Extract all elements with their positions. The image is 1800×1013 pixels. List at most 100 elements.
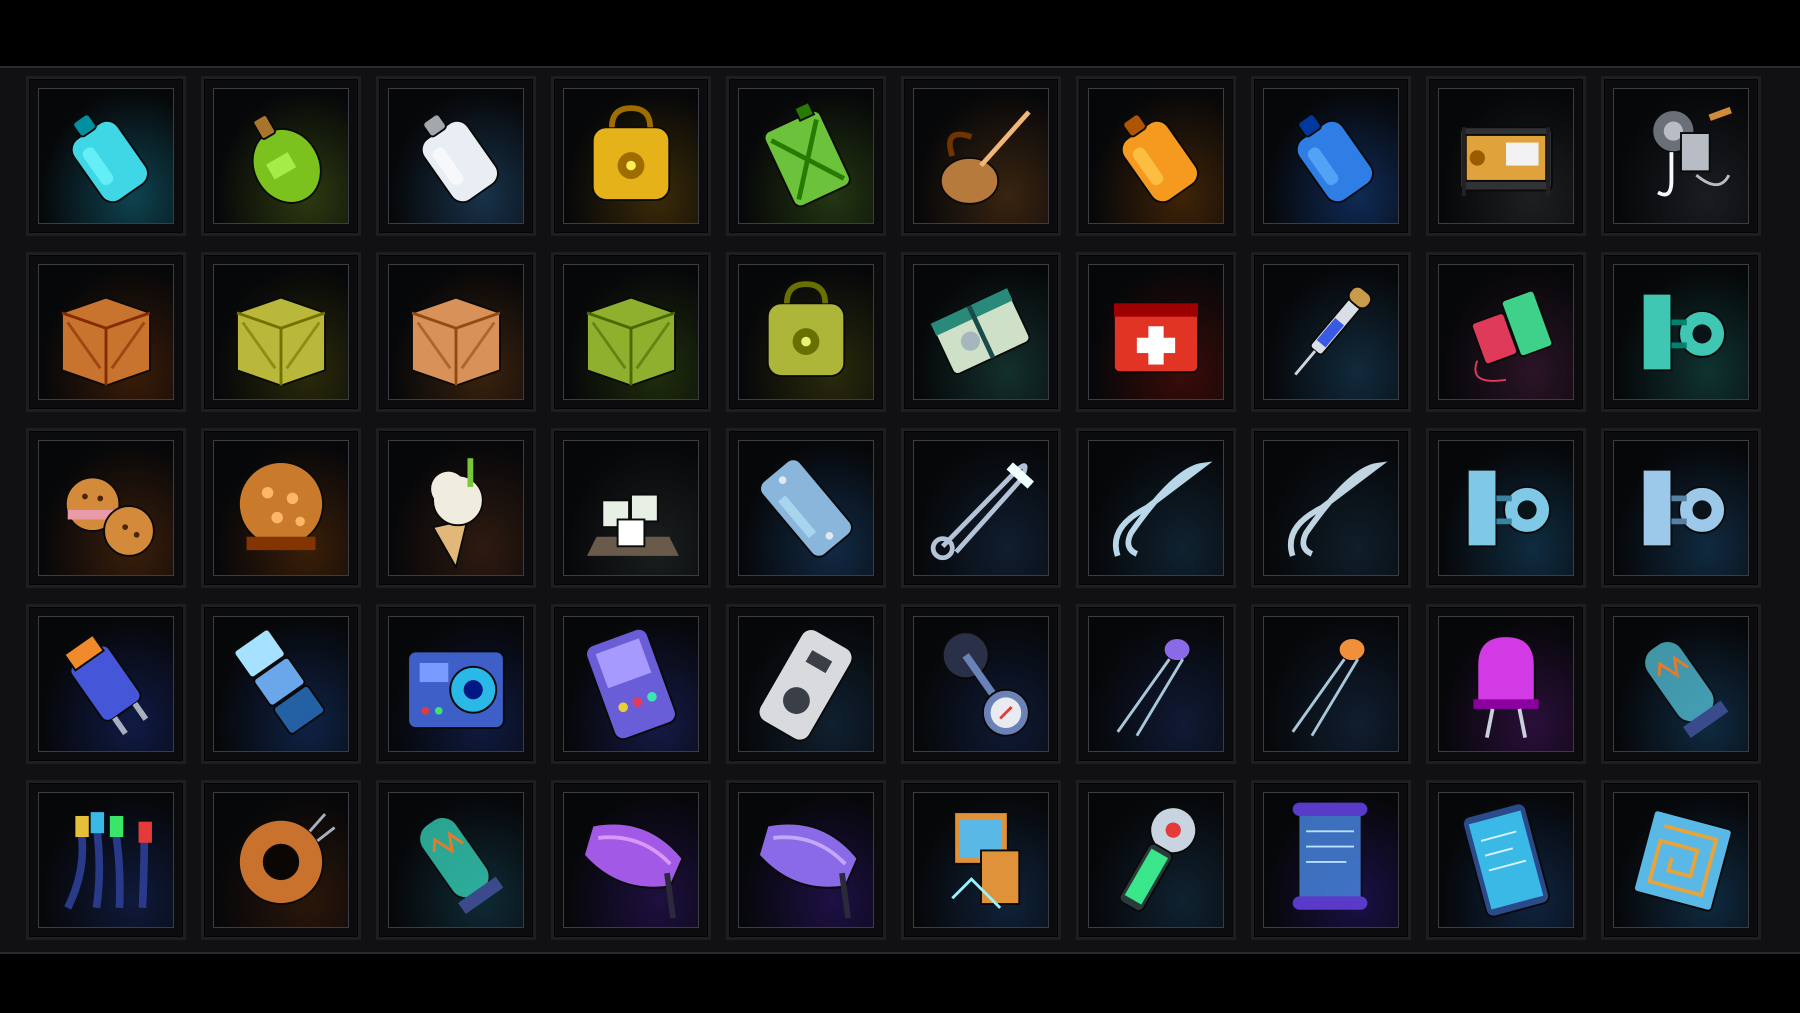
tablet-device-icon <box>1438 792 1574 928</box>
inventory-slot[interactable] <box>1076 604 1236 764</box>
inventory-slot[interactable] <box>1426 780 1586 940</box>
pipe-fitting-icon <box>1613 440 1749 576</box>
green-jerrycan-icon <box>738 88 874 224</box>
plastic-milk-jug-icon <box>388 88 524 224</box>
toroid-coil-icon <box>213 792 349 928</box>
led-diodes-icon <box>1088 616 1224 752</box>
thread-spools-icon <box>1438 264 1574 400</box>
inventory-slot[interactable] <box>201 604 361 764</box>
orange-jug-icon <box>1088 88 1224 224</box>
computer-terminal-icon <box>913 792 1049 928</box>
metal-bracket-icon <box>1613 264 1749 400</box>
inventory-slot[interactable] <box>901 604 1061 764</box>
inventory-slot[interactable] <box>1426 428 1586 588</box>
inventory-slot[interactable] <box>1076 780 1236 940</box>
inventory-slot[interactable] <box>1601 76 1761 236</box>
inventory-slot[interactable] <box>26 76 186 236</box>
wooden-crate-icon <box>38 264 174 400</box>
inventory-slot[interactable] <box>1076 76 1236 236</box>
inventory-slot[interactable] <box>1426 604 1586 764</box>
inventory-slot[interactable] <box>726 76 886 236</box>
inventory-slot[interactable] <box>726 252 886 412</box>
power-plug-icon <box>38 616 174 752</box>
circuit-board-icon <box>1613 792 1749 928</box>
inventory-slot[interactable] <box>26 252 186 412</box>
inventory-slot[interactable] <box>1251 428 1411 588</box>
compass-icon <box>913 616 1049 752</box>
inventory-slot[interactable] <box>201 780 361 940</box>
bent-wire-icon <box>1088 440 1224 576</box>
inventory-slot[interactable] <box>201 252 361 412</box>
inventory-slot[interactable] <box>726 604 886 764</box>
inventory-slot[interactable] <box>551 604 711 764</box>
inventory-slot[interactable] <box>551 780 711 940</box>
vr-visor-icon <box>563 792 699 928</box>
remote-control-icon <box>738 616 874 752</box>
rca-cables-icon <box>38 792 174 928</box>
winch-hook-icon <box>1613 88 1749 224</box>
inventory-slot[interactable] <box>1251 604 1411 764</box>
inventory-slot[interactable] <box>1076 252 1236 412</box>
inventory-slot[interactable] <box>901 780 1061 940</box>
handheld-console-icon <box>563 616 699 752</box>
muffin-icon <box>213 440 349 576</box>
inventory-slot[interactable] <box>1601 780 1761 940</box>
circuit-module-icon <box>388 792 524 928</box>
inventory-slot[interactable] <box>726 428 886 588</box>
syringe-icon <box>1263 264 1399 400</box>
inventory-slot[interactable] <box>376 780 536 940</box>
generator-icon <box>1438 88 1574 224</box>
inventory-slot[interactable] <box>26 604 186 764</box>
military-crate-icon <box>213 264 349 400</box>
inventory-slot[interactable] <box>551 76 711 236</box>
cardboard-box-icon <box>388 264 524 400</box>
ice-cream-cone-icon <box>388 440 524 576</box>
inventory-slot[interactable] <box>1426 252 1586 412</box>
inventory-slot[interactable] <box>26 780 186 940</box>
pipe-clamp-icon <box>1438 440 1574 576</box>
paper-clip-icon <box>1263 440 1399 576</box>
inventory-slot[interactable] <box>1601 252 1761 412</box>
safety-pin-icon <box>913 440 1049 576</box>
inventory-slot[interactable] <box>551 252 711 412</box>
inventory-slot[interactable] <box>551 428 711 588</box>
cookies-icon <box>38 440 174 576</box>
glass-water-jug-icon <box>38 88 174 224</box>
inventory-slot[interactable] <box>1601 428 1761 588</box>
smart-glasses-icon <box>738 792 874 928</box>
inventory-slot[interactable] <box>1601 604 1761 764</box>
inventory-slot[interactable] <box>1251 76 1411 236</box>
first-aid-kit-icon <box>1088 264 1224 400</box>
inventory-slot[interactable] <box>1251 252 1411 412</box>
inventory-grid <box>26 76 1761 940</box>
metal-plate-icon <box>738 440 874 576</box>
inventory-slot[interactable] <box>201 428 361 588</box>
cash-bundle-icon <box>913 264 1049 400</box>
inventory-slot[interactable] <box>901 252 1061 412</box>
vacuum-tube-icon <box>1613 616 1749 752</box>
inventory-slot[interactable] <box>1251 780 1411 940</box>
inventory-slot[interactable] <box>376 604 536 764</box>
inventory-slot[interactable] <box>726 780 886 940</box>
ceramic-capacitor-icon <box>1263 616 1399 752</box>
ammo-box-icon <box>563 264 699 400</box>
inventory-slot[interactable] <box>26 428 186 588</box>
blue-water-bottle-icon <box>1263 88 1399 224</box>
holo-display-icon <box>1263 792 1399 928</box>
inventory-slot[interactable] <box>376 76 536 236</box>
inventory-slot[interactable] <box>1076 428 1236 588</box>
sugar-cubes-icon <box>563 440 699 576</box>
radio-receiver-icon <box>388 616 524 752</box>
inventory-slot[interactable] <box>201 76 361 236</box>
inventory-slot[interactable] <box>901 76 1061 236</box>
inventory-slot[interactable] <box>376 428 536 588</box>
ice-bars-icon <box>213 616 349 752</box>
mess-tin-icon <box>738 264 874 400</box>
inventory-slot[interactable] <box>376 252 536 412</box>
green-canteen-icon <box>213 88 349 224</box>
inventory-slot[interactable] <box>901 428 1061 588</box>
purple-led-icon <box>1438 616 1574 752</box>
radioactive-container-icon <box>563 88 699 224</box>
oil-can-icon <box>913 88 1049 224</box>
inventory-slot[interactable] <box>1426 76 1586 236</box>
